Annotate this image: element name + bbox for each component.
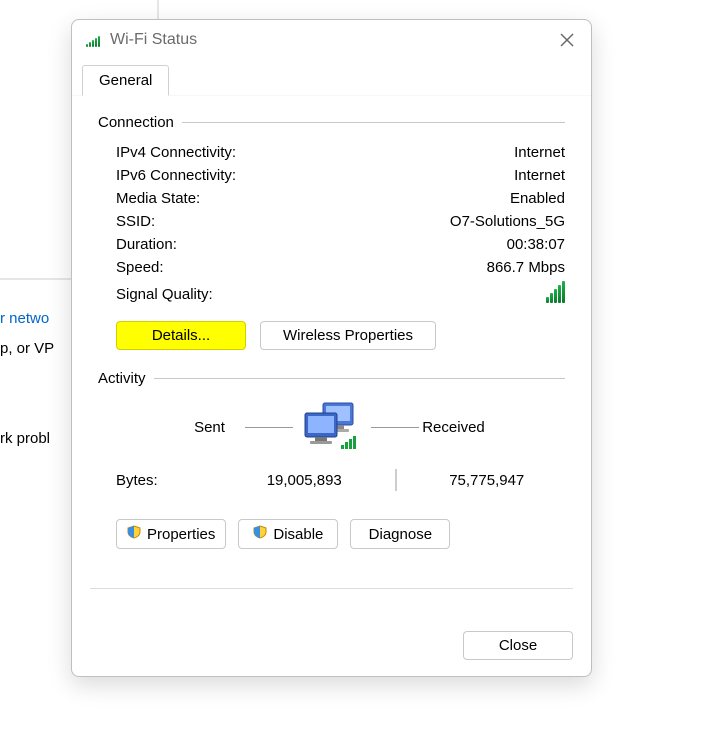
activity-diagram: Sent xyxy=(98,397,565,457)
ipv4-label: IPv4 Connectivity: xyxy=(116,144,405,161)
tabstrip: General xyxy=(72,64,591,96)
signal-quality-icon xyxy=(546,281,565,307)
dialog-footer: Close xyxy=(72,631,591,676)
disable-button-label: Disable xyxy=(273,526,323,543)
ipv4-value: Internet xyxy=(405,144,565,161)
received-label: Received xyxy=(419,419,489,436)
bytes-separator xyxy=(395,469,397,491)
details-button[interactable]: Details... xyxy=(116,321,246,350)
shield-icon xyxy=(253,525,267,543)
diagnose-button[interactable]: Diagnose xyxy=(350,519,450,549)
activity-group: Activity Sent xyxy=(98,370,565,549)
shield-icon xyxy=(127,525,141,543)
background-link-fragment: r netwo xyxy=(0,310,49,327)
group-divider xyxy=(182,122,565,123)
wifi-status-dialog: Wi-Fi Status General Connection IPv4 Con… xyxy=(71,19,592,677)
tab-general[interactable]: General xyxy=(82,65,169,96)
titlebar: Wi-Fi Status xyxy=(72,20,591,60)
activity-group-label: Activity xyxy=(98,370,154,387)
background-text-fragment-2: rk probl xyxy=(0,430,50,447)
close-button[interactable]: Close xyxy=(463,631,573,660)
bytes-received-value: 75,775,947 xyxy=(409,472,566,489)
properties-button-label: Properties xyxy=(147,526,215,543)
activity-line xyxy=(371,427,419,428)
diagnose-button-label: Diagnose xyxy=(369,526,432,543)
close-icon[interactable] xyxy=(551,24,583,56)
bytes-label: Bytes: xyxy=(116,472,226,489)
duration-label: Duration: xyxy=(116,236,405,253)
sent-label: Sent xyxy=(175,419,245,436)
network-computers-icon xyxy=(293,399,371,455)
ssid-value: O7-Solutions_5G xyxy=(405,213,565,230)
ssid-label: SSID: xyxy=(116,213,405,230)
speed-label: Speed: xyxy=(116,259,405,276)
group-divider xyxy=(154,378,565,379)
connection-group: Connection IPv4 Connectivity:Internet IP… xyxy=(98,114,565,356)
wifi-icon xyxy=(86,34,102,46)
duration-value: 00:38:07 xyxy=(405,236,565,253)
window-title: Wi-Fi Status xyxy=(110,31,551,49)
properties-button[interactable]: Properties xyxy=(116,519,226,549)
speed-value: 866.7 Mbps xyxy=(405,259,565,276)
footer-divider xyxy=(90,588,573,589)
background-text-fragment-1: p, or VP xyxy=(0,340,54,357)
media-state-value: Enabled xyxy=(405,190,565,207)
ipv6-value: Internet xyxy=(405,167,565,184)
ipv6-label: IPv6 Connectivity: xyxy=(116,167,405,184)
dialog-content: Connection IPv4 Connectivity:Internet IP… xyxy=(72,96,591,588)
bytes-sent-value: 19,005,893 xyxy=(226,472,383,489)
activity-line xyxy=(245,427,293,428)
wireless-properties-button[interactable]: Wireless Properties xyxy=(260,321,436,350)
signal-quality-label: Signal Quality: xyxy=(116,286,546,303)
disable-button[interactable]: Disable xyxy=(238,519,338,549)
connection-group-label: Connection xyxy=(98,114,182,131)
media-state-label: Media State: xyxy=(116,190,405,207)
